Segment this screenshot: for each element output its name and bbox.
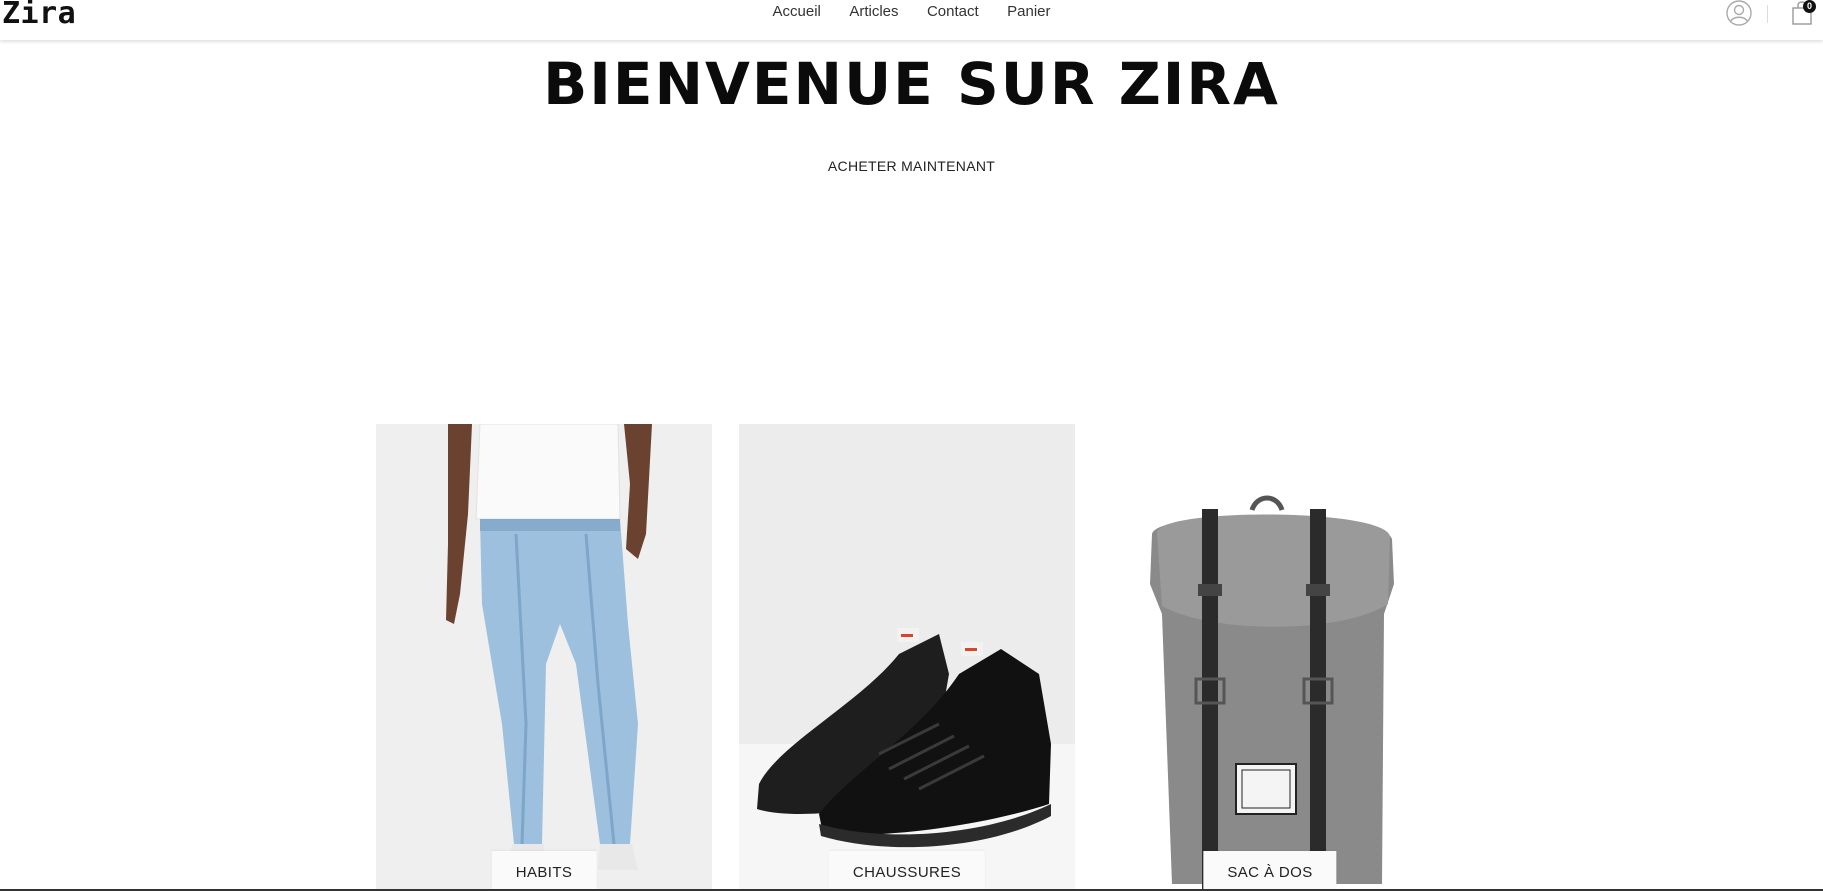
shop-now-link[interactable]: ACHETER MAINTENANT [0,158,1823,174]
category-label-sac-a-dos[interactable]: SAC À DOS [1203,851,1337,891]
user-account-icon[interactable] [1726,0,1752,26]
category-card-chaussures[interactable]: CHAUSSURES [739,424,1075,891]
jeans-model-photo [376,424,712,891]
cart-count-badge: 0 [1803,0,1816,13]
category-card-sac-a-dos[interactable]: SAC À DOS [1102,424,1438,891]
nav-link-panier[interactable]: Panier [1007,3,1050,20]
nav-link-contact[interactable]: Contact [927,3,979,20]
header-divider [1767,5,1768,23]
nav-link-accueil[interactable]: Accueil [773,3,821,20]
main-nav: Accueil Articles Contact Panier [0,3,1823,21]
grey-backpack-photo [1102,424,1438,891]
hero-title: BIENVENUE SUR ZIRA [543,50,1280,118]
category-label-habits[interactable]: HABITS [491,851,597,891]
category-label-chaussures[interactable]: CHAUSSURES [828,851,986,891]
black-sneakers-photo [739,424,1075,891]
nav-link-articles[interactable]: Articles [849,3,898,20]
category-card-habits[interactable]: HABITS [376,424,712,891]
site-header: Zira Accueil Articles Contact Panier 0 [0,0,1823,40]
